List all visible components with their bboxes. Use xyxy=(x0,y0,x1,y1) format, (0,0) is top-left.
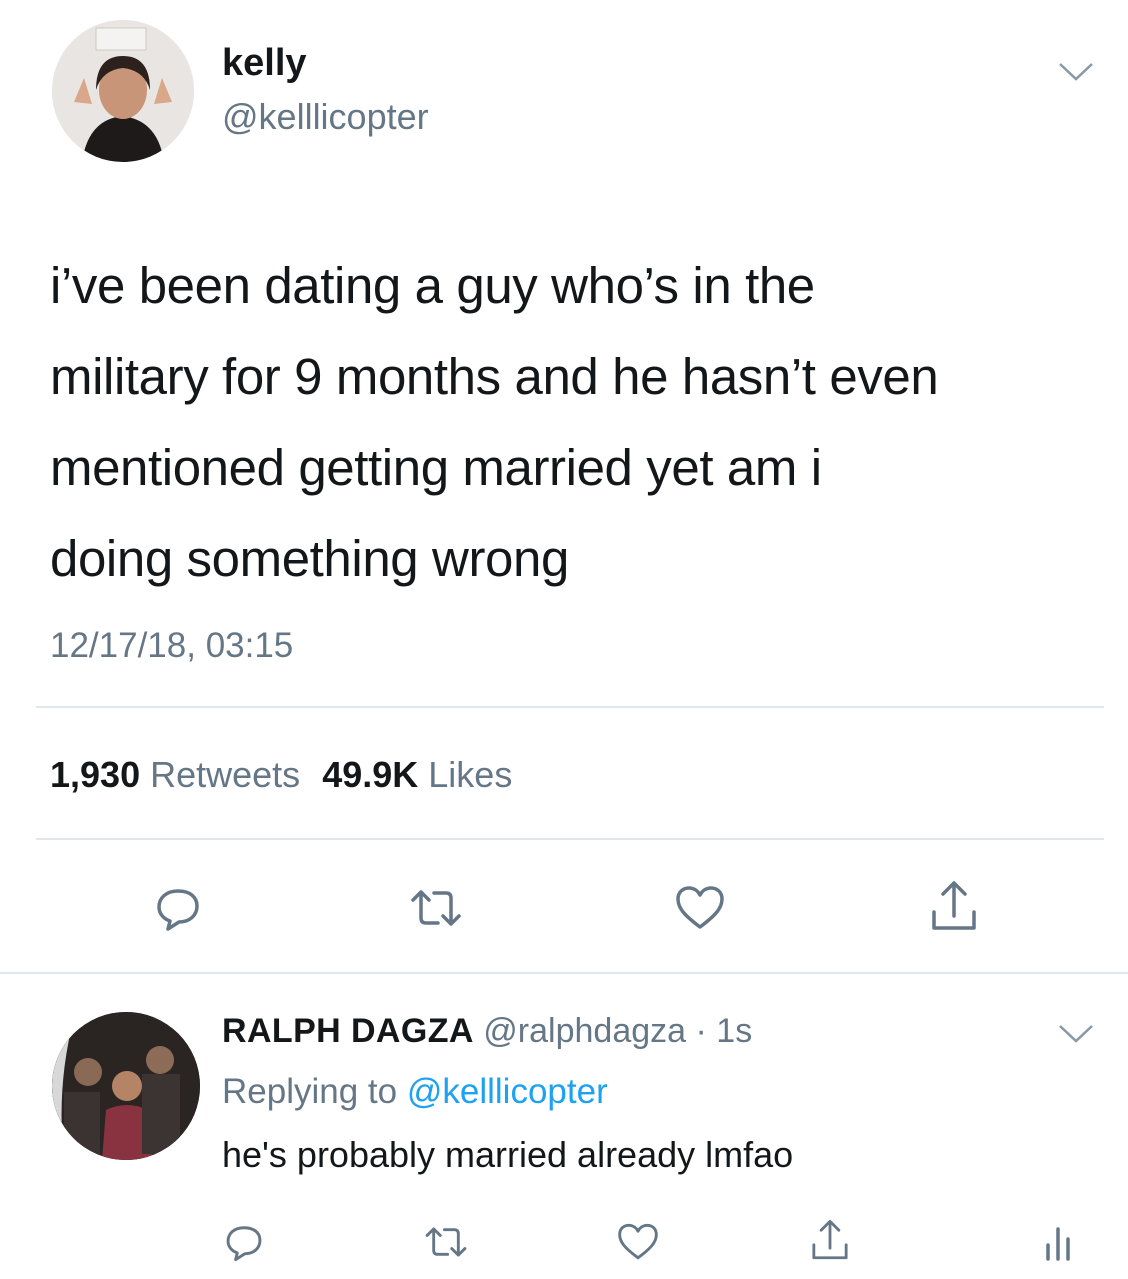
replying-to-mention[interactable]: @kelllicopter xyxy=(407,1072,608,1111)
divider xyxy=(36,838,1104,840)
reply-icon[interactable] xyxy=(216,1214,272,1270)
likes-count: 49.9K xyxy=(322,754,419,795)
reply-icon[interactable] xyxy=(146,876,210,940)
reply-author-avatar[interactable] xyxy=(52,1012,200,1160)
share-icon[interactable] xyxy=(922,874,986,938)
tweet-text-line: doing something wrong xyxy=(50,530,569,587)
tweet-stats: 1,930 Retweets 49.9K Likes xyxy=(50,754,512,796)
reply-header: RALPH DAGZA @ralphdagza · 1s xyxy=(222,1012,752,1051)
like-icon[interactable] xyxy=(610,1214,666,1270)
reply-text: he's probably married already lmfao xyxy=(222,1134,794,1175)
like-icon[interactable] xyxy=(668,876,732,940)
retweets-stat[interactable]: 1,930 Retweets xyxy=(50,754,300,795)
chevron-down-icon[interactable] xyxy=(1056,1022,1096,1046)
likes-label: Likes xyxy=(428,754,513,795)
tweet-text: i’ve been dating a guy who’s in the mili… xyxy=(50,240,1110,604)
separator-dot: · xyxy=(686,1012,717,1050)
share-icon[interactable] xyxy=(802,1210,858,1270)
author-handle[interactable]: @kelllicopter xyxy=(222,96,429,138)
likes-stat[interactable]: 49.9K Likes xyxy=(322,754,512,795)
author-display-name[interactable]: kelly xyxy=(222,42,307,85)
tweet-text-line: mentioned getting married yet am i xyxy=(50,439,822,496)
divider xyxy=(0,972,1128,974)
chevron-down-icon[interactable] xyxy=(1056,60,1096,84)
tweet-timestamp[interactable]: 12/17/18, 03:15 xyxy=(50,626,293,666)
reply-time[interactable]: 1s xyxy=(716,1012,752,1050)
analytics-icon[interactable] xyxy=(1030,1212,1086,1270)
retweet-icon[interactable] xyxy=(404,876,468,940)
replying-to: Replying to @kelllicopter xyxy=(222,1072,608,1112)
replying-to-prefix: Replying to xyxy=(222,1072,398,1111)
retweet-icon[interactable] xyxy=(418,1214,474,1270)
reply-author-display-name[interactable]: RALPH DAGZA xyxy=(222,1012,474,1050)
divider xyxy=(36,706,1104,708)
retweets-label: Retweets xyxy=(150,754,301,795)
retweets-count: 1,930 xyxy=(50,754,141,795)
author-avatar[interactable] xyxy=(52,20,194,162)
tweet-text-line: military for 9 months and he hasn’t even xyxy=(50,348,939,405)
reply-author-handle[interactable]: @ralphdagza xyxy=(483,1012,686,1050)
tweet-page: kelly @kelllicopter i’ve been dating a g… xyxy=(0,0,1128,1279)
tweet-text-line: i’ve been dating a guy who’s in the xyxy=(50,257,815,314)
